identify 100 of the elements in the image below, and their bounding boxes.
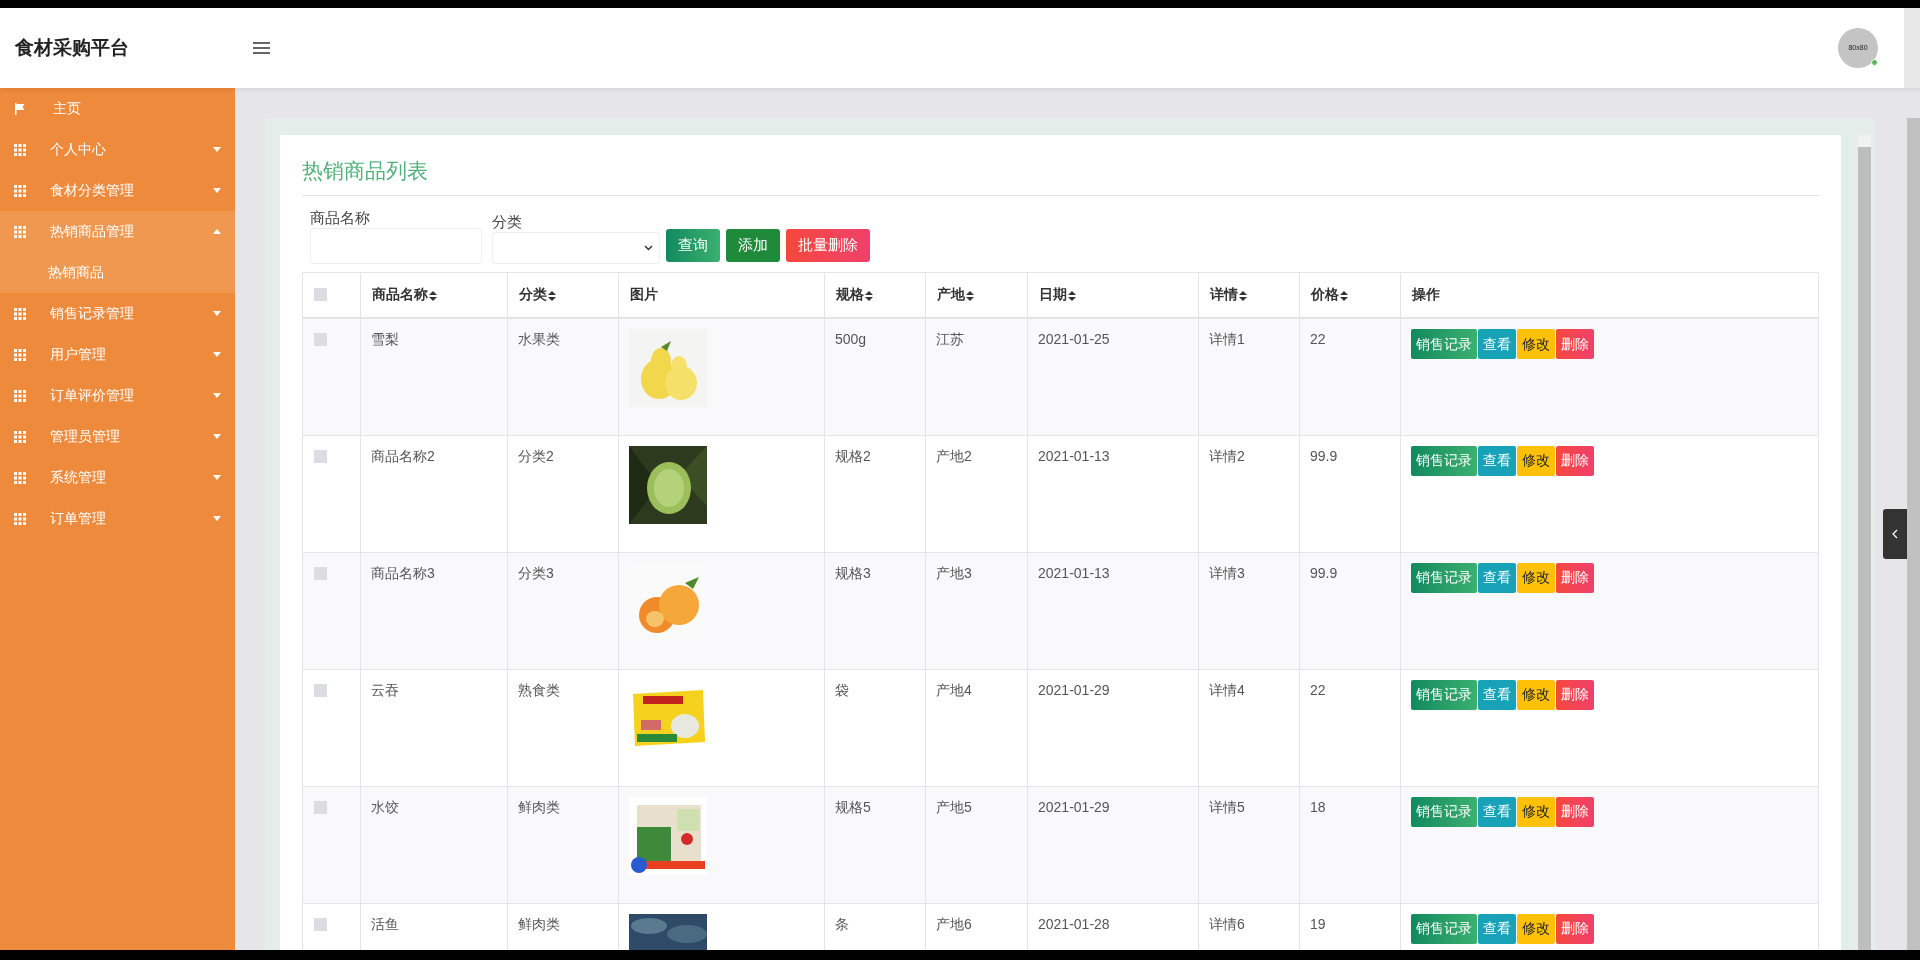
column-header: 分类	[519, 286, 547, 303]
edit-button[interactable]: 修改	[1517, 913, 1555, 944]
column-header: 商品名称	[372, 286, 428, 303]
sales-records-button[interactable]: 销售记录	[1411, 445, 1477, 476]
table-cell: 2021-01-13	[1038, 564, 1110, 581]
row-checkbox[interactable]	[314, 449, 327, 463]
sort-icon[interactable]	[1239, 290, 1247, 301]
sales-records-button[interactable]: 销售记录	[1411, 562, 1477, 593]
sidebar-item[interactable]: 主页	[0, 88, 235, 129]
sort-icon[interactable]	[429, 290, 437, 301]
scrollbar[interactable]	[1858, 135, 1871, 950]
view-button[interactable]: 查看	[1478, 329, 1516, 359]
menu-icon[interactable]	[253, 42, 270, 54]
table-cell: 500g	[835, 331, 867, 347]
filter-label: 商品名称	[310, 207, 371, 228]
view-button[interactable]: 查看	[1478, 562, 1516, 593]
caret-icon	[213, 434, 221, 439]
table-cell: 详情3	[1209, 564, 1245, 581]
edit-button[interactable]: 修改	[1517, 562, 1555, 593]
view-button[interactable]: 查看	[1478, 679, 1516, 710]
table-cell: 水饺	[371, 798, 399, 815]
grid-icon	[14, 143, 26, 156]
table-cell: 详情5	[1209, 798, 1245, 815]
delete-button[interactable]: 删除	[1556, 679, 1594, 710]
table-cell: 18	[1310, 798, 1326, 815]
filter-label: 分类	[492, 211, 523, 232]
grid-icon	[14, 225, 26, 238]
column-header: 产地	[937, 286, 965, 303]
sales-records-button[interactable]: 销售记录	[1411, 913, 1477, 944]
sidebar-item[interactable]: 订单管理	[0, 498, 235, 539]
table-cell: 详情2	[1209, 447, 1245, 464]
sidebar-item[interactable]: 销售记录管理	[0, 293, 235, 334]
sales-records-button[interactable]: 销售记录	[1411, 329, 1477, 359]
edit-button[interactable]: 修改	[1517, 445, 1555, 476]
delete-button[interactable]: 删除	[1556, 562, 1594, 593]
caret-icon	[213, 516, 221, 521]
grid-icon	[14, 512, 26, 525]
sales-records-button[interactable]: 销售记录	[1411, 796, 1477, 827]
table-cell: 产地6	[936, 915, 972, 932]
table-cell: 袋	[835, 681, 849, 698]
table-cell: 商品名称3	[371, 564, 435, 581]
table-cell: 水果类	[518, 331, 560, 347]
table-cell: 云吞	[371, 681, 399, 698]
flag-icon	[14, 102, 26, 115]
collapse-tab[interactable]	[1883, 509, 1907, 559]
delete-button[interactable]: 删除	[1556, 913, 1594, 944]
submenu-item[interactable]: 热销商品	[0, 252, 235, 293]
caret-icon	[213, 311, 221, 316]
grid-icon	[14, 184, 26, 197]
sort-icon[interactable]	[865, 290, 873, 301]
sort-icon[interactable]	[966, 290, 974, 301]
edit-button[interactable]: 修改	[1517, 796, 1555, 827]
sidebar-item[interactable]: 管理员管理	[0, 416, 235, 457]
edit-button[interactable]: 修改	[1517, 679, 1555, 710]
column-header: 详情	[1210, 286, 1238, 303]
column-header: 操作	[1412, 286, 1440, 303]
table-cell: 2021-01-29	[1038, 798, 1110, 815]
category-select[interactable]	[492, 231, 660, 264]
edit-button[interactable]: 修改	[1517, 329, 1555, 359]
table-cell: 江苏	[936, 331, 964, 347]
caret-icon	[213, 147, 221, 152]
row-checkbox[interactable]	[314, 566, 327, 580]
row-checkbox[interactable]	[314, 800, 327, 814]
table-cell: 商品名称2	[371, 447, 435, 464]
sales-records-button[interactable]: 销售记录	[1411, 679, 1477, 710]
table-cell: 分类3	[518, 564, 554, 581]
view-button[interactable]: 查看	[1478, 913, 1516, 944]
sidebar-item[interactable]: 订单评价管理	[0, 375, 235, 416]
row-checkbox[interactable]	[314, 683, 327, 697]
caret-icon	[213, 393, 221, 398]
table-cell: 熟食类	[518, 681, 560, 698]
view-button[interactable]: 查看	[1478, 445, 1516, 476]
sidebar-item[interactable]: 热销商品管理	[0, 211, 235, 252]
sidebar-item[interactable]: 食材分类管理	[0, 170, 235, 211]
sort-icon[interactable]	[1340, 290, 1348, 301]
table-cell: 19	[1310, 915, 1326, 932]
caret-icon	[213, 188, 221, 193]
table-cell: 活鱼	[371, 915, 399, 932]
sort-icon[interactable]	[548, 290, 556, 301]
delete-button[interactable]: 删除	[1556, 796, 1594, 827]
row-checkbox[interactable]	[314, 333, 327, 346]
select-all-checkbox[interactable]	[314, 288, 327, 302]
delete-button[interactable]: 删除	[1556, 445, 1594, 476]
grid-icon	[14, 348, 26, 361]
view-button[interactable]: 查看	[1478, 796, 1516, 827]
query-button[interactable]: 查询	[666, 228, 720, 262]
sidebar-item[interactable]: 个人中心	[0, 129, 235, 170]
delete-button[interactable]: 删除	[1556, 329, 1594, 359]
row-checkbox[interactable]	[314, 917, 327, 931]
table-cell: 22	[1310, 681, 1326, 698]
sidebar-item[interactable]: 系统管理	[0, 457, 235, 498]
add-button[interactable]: 添加	[726, 228, 780, 262]
sort-icon[interactable]	[1068, 290, 1076, 301]
table-cell: 鲜肉类	[518, 915, 560, 932]
column-header: 规格	[836, 286, 864, 303]
chevron-down-icon	[644, 244, 653, 251]
page-scrollbar[interactable]	[1907, 118, 1920, 950]
batch-delete-button[interactable]: 批量删除	[786, 228, 870, 262]
sidebar-item[interactable]: 用户管理	[0, 334, 235, 375]
table-cell: 99.9	[1310, 447, 1338, 464]
